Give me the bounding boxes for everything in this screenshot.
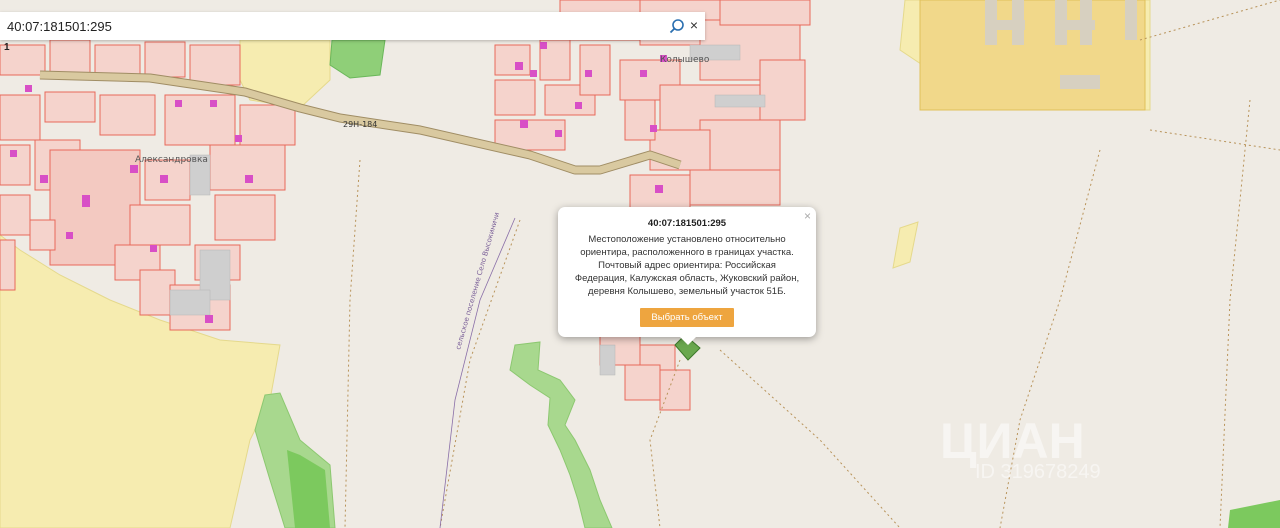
- industrial-building: [1060, 75, 1100, 89]
- close-icon[interactable]: ×: [687, 17, 701, 33]
- search-icon[interactable]: [669, 18, 685, 34]
- select-object-button[interactable]: Выбрать объект: [640, 308, 734, 327]
- popup-description: Местоположение установлено относительно …: [574, 234, 800, 297]
- parcel-popup: × 40:07:181501:295 Местоположение устано…: [558, 207, 816, 345]
- industrial-building: [1125, 0, 1137, 40]
- popup-close-icon[interactable]: ×: [804, 209, 811, 223]
- popup-title: 40:07:181501:295: [647, 218, 727, 229]
- industrial-building: [985, 20, 1025, 30]
- road-label: 29Н-184: [343, 120, 377, 129]
- village-label-aleksandrovka: Александровка: [135, 155, 208, 165]
- field-small-parcel: [892, 221, 919, 269]
- industrial-building: [1055, 20, 1095, 30]
- map-tool-icon[interactable]: 1: [4, 42, 12, 53]
- parcels-right-village: [494, 0, 811, 411]
- village-label-kolyshevo: Колышево: [660, 55, 710, 65]
- industrial-area: [919, 0, 1146, 111]
- forest-strip: [509, 341, 613, 528]
- popup-tail: [680, 337, 696, 345]
- settlement-boundary-label: сельское поселение Село Высокиничи: [454, 212, 501, 351]
- forest-area-bottom-right: [1228, 500, 1280, 528]
- forest-area-top: [329, 39, 386, 79]
- search-input[interactable]: [7, 18, 647, 34]
- watermark-id: ID 319678249: [975, 461, 1101, 483]
- search-bar: ×: [0, 12, 705, 40]
